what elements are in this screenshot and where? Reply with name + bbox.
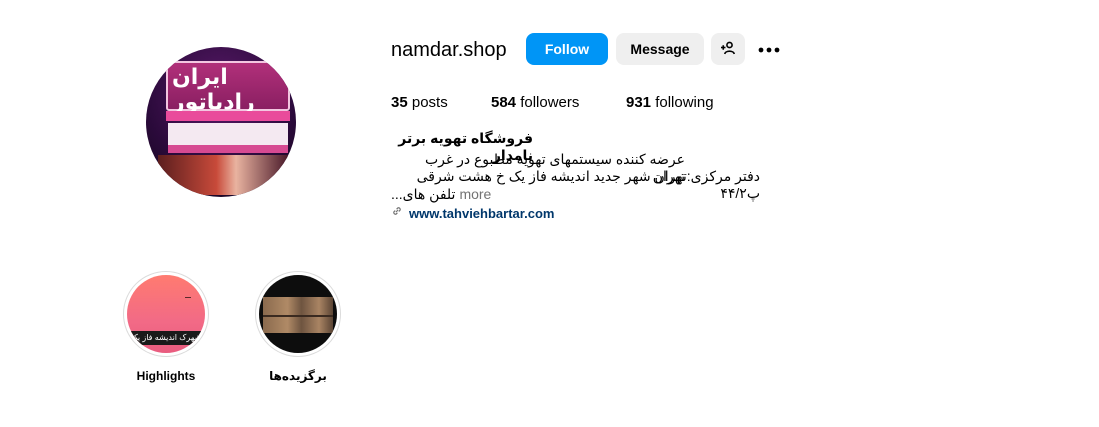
following-count: 931 — [626, 94, 652, 111]
avatar-board — [168, 123, 288, 145]
avatar-strip — [166, 111, 290, 121]
posts-count: 35 — [391, 94, 408, 111]
highlight-2-shelf-line — [263, 315, 333, 317]
highlight-1[interactable]: شهرک اندیشه فاز یک — [123, 271, 209, 357]
highlight-1-bird — [185, 297, 191, 300]
highlight-1-caption-bar: شهرک اندیشه فاز یک — [127, 331, 205, 345]
highlight-1-cover: شهرک اندیشه فاز یک — [127, 275, 205, 353]
highlight-1-caption: شهرک اندیشه فاز یک — [130, 333, 202, 342]
person-add-icon — [720, 40, 736, 59]
bio-line-3-row: تلفن های... more — [391, 186, 491, 203]
bio-website-link[interactable]: www.tahviehbartar.com — [409, 206, 554, 221]
highlight-1-label[interactable]: Highlights — [106, 369, 226, 383]
profile-avatar[interactable]: ایران رادیاتور — [146, 47, 296, 197]
follow-button[interactable]: Follow — [526, 33, 608, 65]
following-stat[interactable]: 931 following — [626, 94, 714, 111]
followers-stat[interactable]: 584 followers — [491, 94, 579, 111]
following-label: following — [655, 94, 714, 111]
bio-more-link[interactable]: more — [459, 186, 491, 203]
posts-label: posts — [411, 94, 448, 111]
highlight-2-label[interactable]: برگزیده‌ها — [238, 369, 358, 383]
message-button[interactable]: Message — [616, 33, 704, 65]
link-icon — [391, 204, 403, 222]
more-horizontal-icon — [758, 40, 780, 58]
bio-line-3: تلفن های... — [391, 186, 456, 202]
profile-username: namdar.shop — [391, 39, 507, 61]
followers-label: followers — [520, 94, 580, 111]
followers-count: 584 — [491, 94, 517, 111]
more-options-button[interactable] — [756, 38, 782, 60]
highlight-2-cover — [259, 275, 337, 353]
highlight-2[interactable] — [255, 271, 341, 357]
posts-stat: 35 posts — [391, 94, 448, 111]
avatar-storefront — [158, 155, 288, 195]
avatar-board-strip — [168, 145, 288, 153]
avatar-sign-text: ایران رادیاتور — [172, 65, 255, 115]
suggest-accounts-button[interactable] — [711, 33, 745, 65]
bio-website-row[interactable]: www.tahviehbartar.com — [391, 204, 554, 222]
